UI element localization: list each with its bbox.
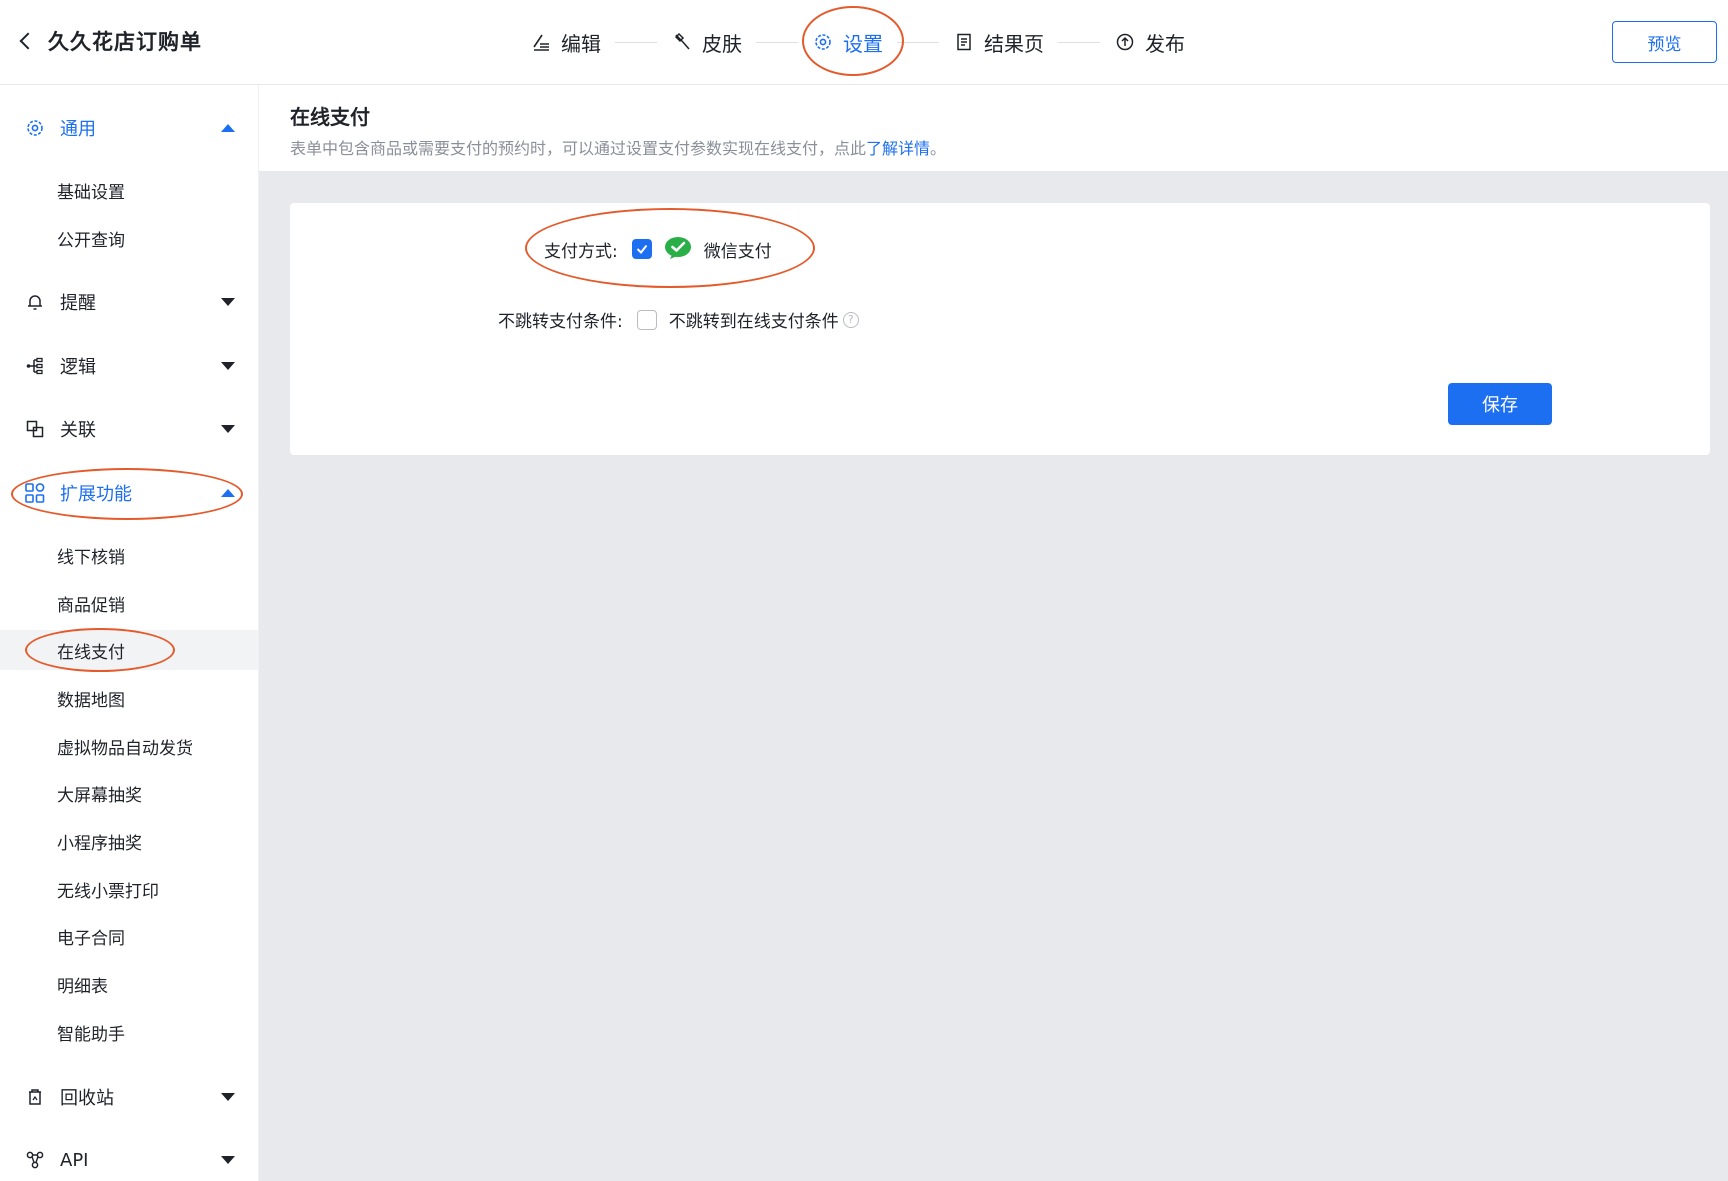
top-header: 久久花店订购单 编辑 皮肤 设置 结果页 发布 预览 <box>0 0 1728 85</box>
chevron-down-icon <box>221 298 235 306</box>
page-description: 表单中包含商品或需要支付的预约时，可以通过设置支付参数实现在线支付，点此了解详情… <box>290 135 946 159</box>
tab-settings-label: 设置 <box>843 31 883 56</box>
no-redirect-checkbox[interactable] <box>636 309 657 330</box>
step-divider <box>1058 41 1100 43</box>
document-icon <box>953 31 975 53</box>
flow-icon <box>24 355 46 377</box>
save-button[interactable]: 保存 <box>1448 383 1552 425</box>
sidebar-item-virtual-delivery[interactable]: 虚拟物品自动发货 <box>0 726 258 766</box>
gear-icon <box>24 117 46 139</box>
sidebar-group-extension[interactable]: 扩展功能 <box>0 472 258 514</box>
payment-method-label: 支付方式: <box>544 241 618 262</box>
wechat-pay-icon <box>664 235 692 263</box>
chevron-up-icon <box>221 124 235 132</box>
sidebar-group-label: 关联 <box>60 420 96 441</box>
step-nav: 编辑 皮肤 设置 结果页 发布 <box>530 26 1185 58</box>
preview-button[interactable]: 预览 <box>1612 21 1717 63</box>
tab-skin-label: 皮肤 <box>702 31 742 56</box>
wechat-pay-checkbox[interactable] <box>631 239 652 259</box>
chevron-left-icon <box>19 32 37 50</box>
pen-icon <box>530 31 552 53</box>
sidebar-item-promotion[interactable]: 商品促销 <box>0 583 258 623</box>
sidebar-item-big-screen-lottery[interactable]: 大屏幕抽奖 <box>0 773 258 813</box>
chevron-down-icon <box>221 1156 235 1164</box>
sidebar-item-public-query[interactable]: 公开查询 <box>0 218 258 258</box>
sidebar-group-relation[interactable]: 关联 <box>0 408 258 450</box>
chevron-up-icon <box>221 489 235 497</box>
sidebar-group-recycle[interactable]: 回收站 <box>0 1076 258 1118</box>
main-content: 在线支付 表单中包含商品或需要支付的预约时，可以通过设置支付参数实现在线支付，点… <box>259 85 1728 1181</box>
chevron-down-icon <box>221 1093 235 1101</box>
chevron-down-icon <box>221 425 235 433</box>
step-divider <box>756 41 798 43</box>
gear-icon <box>812 31 834 53</box>
sidebar-item-data-map[interactable]: 数据地图 <box>0 678 258 718</box>
tab-result-label: 结果页 <box>984 31 1044 56</box>
sidebar-group-logic[interactable]: 逻辑 <box>0 345 258 387</box>
sidebar-item-offline-verify[interactable]: 线下核销 <box>0 535 258 575</box>
sidebar-item-e-contract[interactable]: 电子合同 <box>0 916 258 956</box>
wechat-pay-option-label: 微信支付 <box>703 241 772 262</box>
sidebar-group-label: 逻辑 <box>60 357 96 378</box>
sidebar-group-api[interactable]: API <box>0 1139 258 1181</box>
sidebar-item-basic-settings[interactable]: 基础设置 <box>0 170 258 210</box>
learn-more-link[interactable]: 了解详情 <box>866 139 930 158</box>
sidebar-item-online-payment[interactable]: 在线支付 <box>0 630 258 670</box>
no-redirect-label: 不跳转支付条件: <box>498 312 623 332</box>
help-icon[interactable]: ? <box>842 311 859 328</box>
step-divider <box>615 41 657 43</box>
sidebar-group-label: 扩展功能 <box>60 484 132 505</box>
tab-settings[interactable]: 设置 <box>812 28 883 57</box>
payment-settings-card: 支付方式: 微信支付 不跳转支付条件: 不跳转到在线支付条件 ? 保存 <box>290 203 1710 455</box>
recycle-bin-icon <box>24 1086 46 1108</box>
sidebar-group-label: API <box>60 1149 89 1171</box>
page-description-text: 表单中包含商品或需要支付的预约时，可以通过设置支付参数实现在线支付，点此 <box>290 139 867 158</box>
no-redirect-row: 不跳转支付条件: 不跳转到在线支付条件 ? <box>498 307 859 332</box>
page-title: 在线支付 <box>290 105 370 129</box>
step-divider <box>897 41 939 43</box>
tab-skin[interactable]: 皮肤 <box>671 28 742 57</box>
tab-edit[interactable]: 编辑 <box>530 28 601 57</box>
tab-edit-label: 编辑 <box>561 31 601 56</box>
tab-result-page[interactable]: 结果页 <box>953 28 1044 57</box>
link-icon <box>24 418 46 440</box>
sidebar: 通用 基础设置 公开查询 提醒 逻辑 关联 扩展功能 线下核销 商品促销 在线支… <box>0 85 259 1181</box>
sidebar-group-general[interactable]: 通用 <box>0 107 258 149</box>
sidebar-group-label: 回收站 <box>60 1088 114 1109</box>
sidebar-item-detail-table[interactable]: 明细表 <box>0 964 258 1004</box>
no-redirect-option-label: 不跳转到在线支付条件 <box>668 312 839 332</box>
chevron-down-icon <box>221 362 235 370</box>
sidebar-group-remind[interactable]: 提醒 <box>0 281 258 323</box>
tab-publish[interactable]: 发布 <box>1114 28 1185 57</box>
sidebar-group-label: 提醒 <box>60 293 96 314</box>
sidebar-group-label: 通用 <box>60 119 96 140</box>
tab-publish-label: 发布 <box>1145 31 1185 56</box>
form-title: 久久花店订购单 <box>48 30 202 54</box>
bell-icon <box>24 291 46 313</box>
payment-method-row: 支付方式: 微信支付 <box>544 235 772 263</box>
back-button[interactable]: 久久花店订购单 <box>16 26 202 56</box>
sidebar-item-miniapp-lottery[interactable]: 小程序抽奖 <box>0 821 258 861</box>
brush-icon <box>671 31 693 53</box>
upload-icon <box>1114 31 1136 53</box>
page-header: 在线支付 表单中包含商品或需要支付的预约时，可以通过设置支付参数实现在线支付，点… <box>259 85 1728 171</box>
sidebar-item-smart-assistant[interactable]: 智能助手 <box>0 1012 258 1052</box>
sidebar-item-receipt-print[interactable]: 无线小票打印 <box>0 869 258 909</box>
apps-icon <box>24 482 46 504</box>
api-icon <box>24 1149 46 1171</box>
page-description-end: 。 <box>930 139 947 158</box>
